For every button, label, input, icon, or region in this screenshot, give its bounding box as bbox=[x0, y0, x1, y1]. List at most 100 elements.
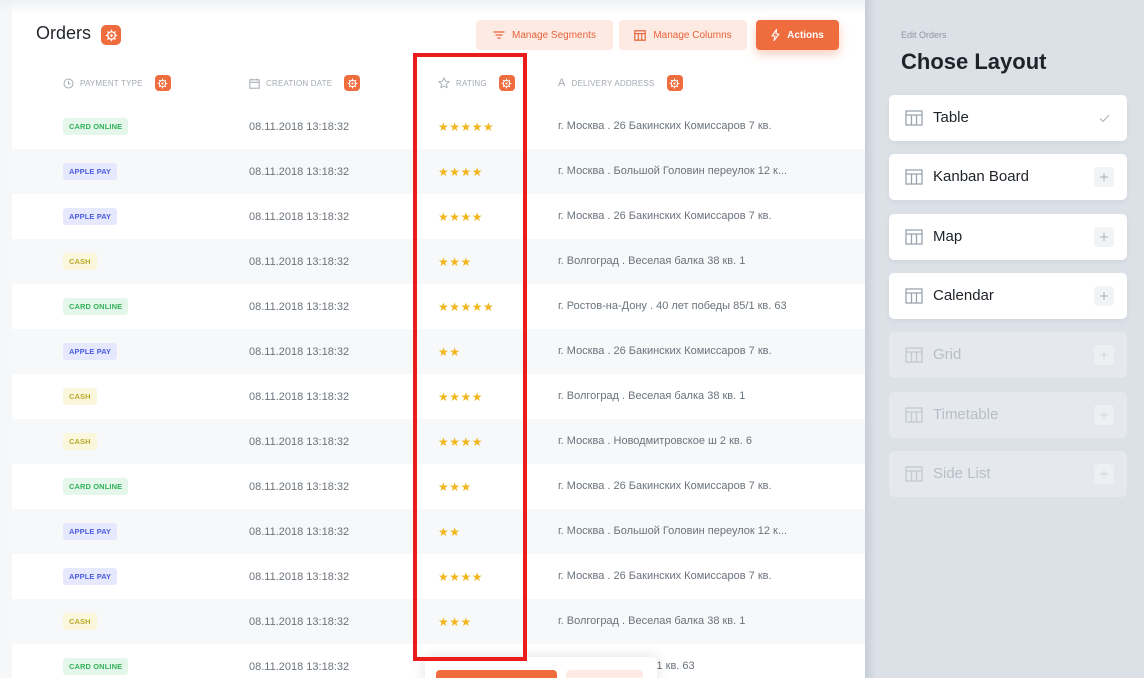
table-row[interactable]: APPLE PAY 08.11.2018 13:18:32 ★★★★ г. Москв… bbox=[12, 554, 865, 599]
delivery-address-cell: г. Москва . Большой Головин переулок 12 … bbox=[558, 165, 788, 177]
table-layout-icon bbox=[905, 169, 923, 190]
layout-option-kanban-board[interactable]: Kanban Board bbox=[889, 154, 1127, 201]
rating-stars: ★★ bbox=[438, 524, 461, 539]
sidebar-heading: Chose Layout bbox=[901, 49, 1047, 74]
column-header-rating[interactable]: RATING bbox=[438, 74, 515, 92]
bottom-secondary-button[interactable] bbox=[566, 670, 643, 678]
column-settings-gear-icon[interactable] bbox=[344, 75, 361, 91]
creation-date-cell: 08.11.2018 13:18:32 bbox=[249, 435, 350, 448]
plus-icon[interactable] bbox=[1094, 167, 1114, 188]
layout-option-label: Side List bbox=[933, 464, 991, 482]
column-label-rating: RATING bbox=[456, 78, 487, 88]
checkmark-icon bbox=[1094, 108, 1114, 128]
creation-date-cell: 08.11.2018 13:18:32 bbox=[249, 660, 350, 673]
column-label-creation-date: CREATION DATE bbox=[266, 78, 333, 88]
payment-type-cell: CARD ONLINE bbox=[63, 284, 129, 329]
column-settings-gear-icon[interactable] bbox=[666, 75, 683, 91]
table-row[interactable]: APPLE PAY 08.11.2018 13:18:32 ★★ г. Москва … bbox=[12, 329, 865, 374]
table-row[interactable]: CARD ONLINE 08.11.2018 13:18:32 ★★★ г. Моск… bbox=[12, 464, 865, 509]
payment-badge: CASH bbox=[63, 253, 97, 270]
rating-cell: ★★★ bbox=[438, 464, 472, 509]
rating-cell: ★★ bbox=[438, 509, 461, 554]
actions-button[interactable]: Actions bbox=[756, 20, 839, 50]
delivery-address-cell: г. Москва . 26 Бакинских Комиссаров 7 кв… bbox=[558, 345, 772, 357]
rating-cell: ★★★★★ bbox=[438, 104, 494, 149]
column-settings-gear-icon[interactable] bbox=[154, 75, 171, 91]
column-header-delivery-address[interactable]: A DELIVERY ADDRESS bbox=[558, 74, 683, 92]
manage-columns-button[interactable]: Manage Columns bbox=[619, 20, 747, 50]
table-row[interactable]: CASH 08.11.2018 13:18:32 ★★★★ г. Москва . Н… bbox=[12, 419, 865, 464]
rating-stars: ★★★★★ bbox=[438, 299, 495, 314]
payment-type-cell: APPLE PAY bbox=[63, 329, 118, 374]
payment-badge: APPLE PAY bbox=[63, 568, 118, 585]
creation-date-cell: 08.11.2018 13:18:32 bbox=[249, 210, 350, 223]
plus-icon[interactable] bbox=[1094, 226, 1114, 247]
payment-type-cell: CARD ONLINE bbox=[63, 464, 129, 509]
table-row[interactable]: CARD ONLINE 08.11.2018 13:18:32 ★★★★★ г. Мо… bbox=[12, 104, 865, 149]
payment-type-cell: CARD ONLINE bbox=[63, 644, 129, 678]
creation-date-cell: 08.11.2018 13:18:32 bbox=[249, 480, 350, 493]
rating-cell: ★★ bbox=[438, 329, 461, 374]
delivery-address-cell: г. Москва . 26 Бакинских Комиссаров 7 кв… bbox=[558, 120, 772, 132]
delivery-address-cell: г. Москва . Большой Головин переулок 12 … bbox=[558, 525, 788, 537]
creation-date-cell: 08.11.2018 13:18:32 bbox=[249, 120, 350, 133]
creation-date-cell: 08.11.2018 13:18:32 bbox=[249, 525, 350, 538]
rating-stars: ★★★ bbox=[438, 479, 472, 494]
bottom-primary-button[interactable] bbox=[436, 670, 557, 678]
payment-badge: CASH bbox=[63, 433, 97, 450]
delivery-address-cell: г. Москва . 26 Бакинских Комиссаров 7 кв… bbox=[558, 210, 772, 222]
top-shadow bbox=[0, 0, 865, 14]
rating-stars: ★★★★ bbox=[438, 569, 484, 584]
payment-type-cell: APPLE PAY bbox=[63, 194, 118, 239]
column-header-payment-type[interactable]: PAYMENT TYPE bbox=[63, 74, 171, 92]
layout-option-table[interactable]: Table bbox=[889, 95, 1127, 141]
rating-cell: ★★★★ bbox=[438, 194, 483, 239]
rating-stars: ★★★ bbox=[438, 254, 472, 269]
payment-type-cell: CASH bbox=[63, 374, 97, 419]
payment-type-cell: CARD ONLINE bbox=[63, 104, 129, 149]
rating-stars: ★★★★ bbox=[438, 389, 484, 404]
table-row[interactable]: APPLE PAY 08.11.2018 13:18:32 ★★ г. Москва … bbox=[12, 509, 865, 554]
column-settings-gear-icon[interactable] bbox=[498, 75, 515, 91]
column-header-creation-date[interactable]: CREATION DATE bbox=[249, 74, 361, 92]
rating-cell: ★★★★ bbox=[438, 419, 483, 464]
filter-icon bbox=[493, 31, 505, 39]
creation-date-cell: 08.11.2018 13:18:32 bbox=[249, 300, 350, 313]
table-row[interactable]: CASH 08.11.2018 13:18:32 ★★★ г. Волгоград .… bbox=[12, 239, 865, 284]
rating-cell: ★★★ bbox=[438, 239, 472, 284]
payment-type-cell: CASH bbox=[63, 419, 97, 464]
rating-cell: ★★★★ bbox=[438, 554, 483, 599]
delivery-address-cell: г. Ростов-на-Дону . 40 лет победы 85/1 к… bbox=[558, 300, 787, 312]
layout-option-grid: Grid bbox=[889, 332, 1127, 379]
manage-segments-label: Manage Segments bbox=[512, 29, 596, 41]
delivery-address-cell: г. Волгоград . Веселая балка 38 кв. 1 bbox=[558, 390, 746, 402]
rating-stars: ★★★ bbox=[438, 614, 472, 629]
lightning-icon bbox=[771, 29, 780, 41]
layout-option-side-list: Side List bbox=[889, 450, 1127, 497]
payment-type-cell: APPLE PAY bbox=[63, 149, 118, 194]
table-row[interactable]: APPLE PAY 08.11.2018 13:18:32 ★★★★ г. Москв… bbox=[12, 194, 865, 239]
layout-option-label: Map bbox=[933, 227, 963, 245]
column-label-delivery-address: DELIVERY ADDRESS bbox=[571, 78, 655, 88]
bottom-action-bar bbox=[425, 657, 657, 678]
table-row[interactable]: CASH 08.11.2018 13:18:32 ★★★ г. Волгоград .… bbox=[12, 599, 865, 644]
rating-stars: ★★ bbox=[438, 344, 461, 359]
payment-badge: CARD ONLINE bbox=[63, 298, 129, 315]
table-row[interactable]: CASH 08.11.2018 13:18:32 ★★★★ г. Волгоград … bbox=[12, 374, 865, 419]
table-layout-icon bbox=[905, 407, 923, 428]
table-layout-icon bbox=[905, 288, 923, 309]
title-settings-gear-icon[interactable] bbox=[101, 25, 121, 45]
column-label-payment-type: PAYMENT TYPE bbox=[80, 78, 143, 88]
table-layout-icon bbox=[905, 229, 923, 250]
actions-label: Actions bbox=[787, 29, 824, 41]
payment-type-cell: APPLE PAY bbox=[63, 554, 118, 599]
manage-segments-button[interactable]: Manage Segments bbox=[476, 20, 613, 50]
table-row[interactable]: CARD ONLINE 08.11.2018 13:18:32 ★★★★★ г. Ро… bbox=[12, 284, 865, 329]
layout-option-map[interactable]: Map bbox=[889, 213, 1127, 260]
layout-option-calendar[interactable]: Calendar bbox=[889, 272, 1127, 319]
table-row[interactable]: APPLE PAY 08.11.2018 13:18:32 ★★★★ г. Москв… bbox=[12, 149, 865, 194]
payment-type-cell: APPLE PAY bbox=[63, 509, 118, 554]
delivery-address-cell: г. Москва . 26 Бакинских Комиссаров 7 кв… bbox=[558, 570, 772, 582]
plus-icon[interactable] bbox=[1094, 285, 1114, 306]
payment-badge: CARD ONLINE bbox=[63, 658, 129, 675]
